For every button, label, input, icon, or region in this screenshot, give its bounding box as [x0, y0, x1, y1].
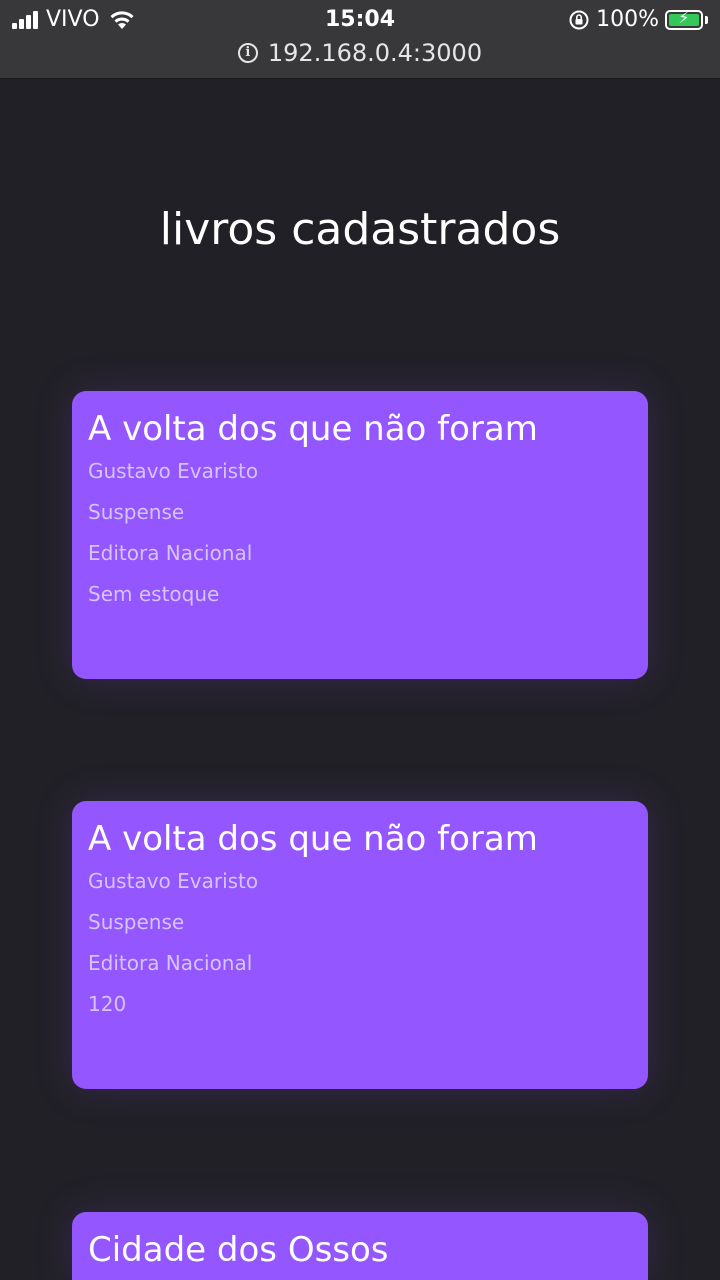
status-right: 100% ⚡ [568, 6, 708, 34]
battery-icon: ⚡ [665, 8, 703, 30]
book-genre: Suspense [88, 910, 185, 934]
orientation-lock-icon [569, 10, 589, 30]
url-text[interactable]: 192.168.0.4:3000 [268, 39, 482, 67]
book-card[interactable]: A volta dos que não foram Gustavo Evaris… [72, 801, 648, 1089]
charging-bolt-icon: ⚡ [678, 8, 690, 27]
book-title: Cidade dos Ossos [88, 1230, 389, 1270]
battery-percentage: 100% [596, 7, 659, 32]
book-card[interactable]: A volta dos que não foram Gustavo Evaris… [72, 391, 648, 679]
book-title: A volta dos que não foram [88, 819, 538, 859]
status-bar: VIVO 15:04 100% ⚡ i 192.168.0.4:3000 [0, 0, 720, 79]
book-publisher: Editora Nacional [88, 541, 253, 565]
book-author: Gustavo Evaristo [88, 459, 259, 483]
info-icon[interactable]: i [237, 43, 258, 63]
address-bar[interactable]: i 192.168.0.4:3000 [0, 36, 720, 70]
book-title: A volta dos que não foram [88, 409, 538, 449]
book-stock: Sem estoque [88, 582, 220, 606]
status-row: VIVO 15:04 100% ⚡ [0, 6, 720, 34]
battery-tip [705, 16, 708, 24]
book-publisher: Editora Nacional [88, 951, 253, 975]
book-card[interactable]: Cidade dos Ossos [72, 1212, 648, 1280]
book-stock: 120 [88, 992, 127, 1016]
book-author: Gustavo Evaristo [88, 869, 259, 893]
page-title: livros cadastrados [159, 204, 561, 255]
book-genre: Suspense [88, 500, 185, 524]
